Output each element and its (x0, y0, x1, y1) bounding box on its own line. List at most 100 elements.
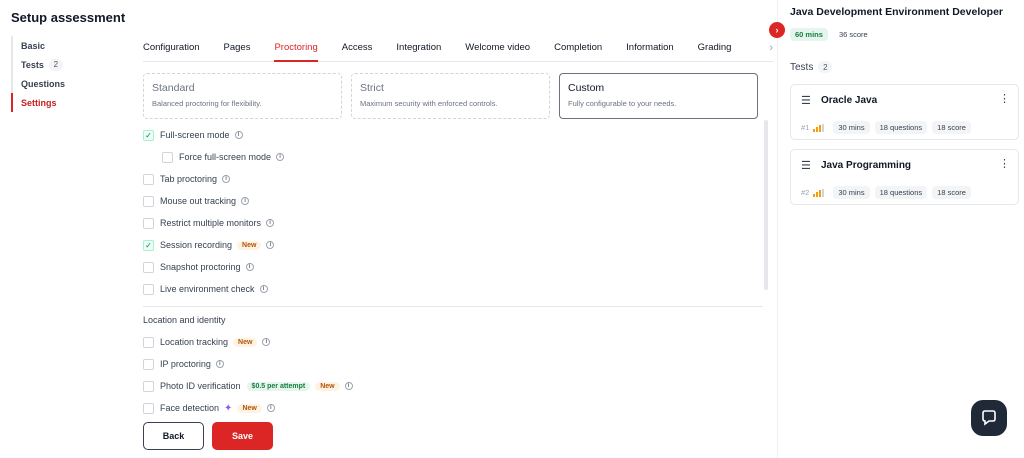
tab-proctoring-checkbox[interactable] (143, 173, 154, 185)
test-name: Oracle Java (821, 95, 878, 106)
tab-grading[interactable]: Grading (698, 38, 732, 62)
option-label: Force full-screen mode (179, 152, 272, 162)
tabs-scroll-right-icon[interactable]: › (769, 42, 773, 54)
back-button[interactable]: Back (143, 422, 204, 450)
mode-title: Standard (152, 82, 195, 94)
test-number: #2 (801, 188, 810, 197)
option-photo-id: Photo ID verification $0.5 per attempt N… (143, 375, 763, 397)
tests-label: Tests (790, 61, 814, 73)
nav-label: Settings (21, 97, 57, 108)
test-score-chip: 18 score (932, 121, 971, 134)
mode-card-standard[interactable]: Standard Balanced proctoring for flexibi… (143, 73, 342, 119)
left-nav: Basic Tests 2 Questions Settings (11, 36, 121, 112)
info-icon[interactable]: i (344, 382, 353, 390)
info-icon[interactable]: i (241, 197, 250, 205)
snapshot-checkbox[interactable] (143, 261, 154, 273)
force-full-screen-checkbox[interactable] (162, 151, 173, 163)
test-meta: #2 30 mins 18 questions 18 score (801, 186, 976, 199)
option-session-recording: ✓ Session recording New i (143, 234, 763, 256)
option-label: Face detection (160, 403, 220, 413)
chevron-right-icon[interactable]: › (769, 22, 785, 38)
face-detection-checkbox[interactable] (143, 402, 154, 414)
mode-card-strict[interactable]: Strict Maximum security with enforced co… (351, 73, 550, 119)
new-badge: New (315, 381, 340, 391)
option-live-environment: Live environment check i (143, 278, 763, 300)
location-tracking-checkbox[interactable] (143, 336, 154, 348)
option-force-full-screen: Force full-screen mode i (143, 146, 763, 168)
test-card-oracle-java[interactable]: ☰ Oracle Java ⋮ #1 30 mins 18 questions … (790, 84, 1019, 140)
help-chat-button[interactable] (971, 400, 1007, 436)
nav-item-tests[interactable]: Tests 2 (11, 55, 121, 74)
tab-proctoring[interactable]: Proctoring (274, 38, 318, 62)
info-icon[interactable]: i (266, 241, 275, 249)
live-environment-checkbox[interactable] (143, 283, 154, 295)
kebab-menu-icon[interactable]: ⋮ (999, 157, 1010, 170)
kebab-menu-icon[interactable]: ⋮ (999, 92, 1010, 105)
info-icon[interactable]: i (266, 219, 275, 227)
chat-bubble-icon (982, 410, 996, 426)
tab-welcome-video[interactable]: Welcome video (465, 38, 530, 62)
tab-integration[interactable]: Integration (396, 38, 441, 62)
tab-completion[interactable]: Completion (554, 38, 602, 62)
option-restrict-monitors: Restrict multiple monitors i (143, 212, 763, 234)
test-score-chip: 18 score (932, 186, 971, 199)
info-icon[interactable]: i (234, 131, 243, 139)
test-name: Java Programming (821, 160, 912, 171)
tests-count-badge: 2 (818, 61, 833, 73)
info-icon[interactable]: i (276, 153, 285, 161)
option-label: Photo ID verification (160, 381, 241, 391)
mode-desc: Fully configurable to your needs. (568, 99, 677, 108)
assessment-meta: 60 mins 36 score (790, 28, 873, 41)
nav-item-questions[interactable]: Questions (11, 74, 121, 93)
tab-configuration[interactable]: Configuration (143, 38, 200, 62)
restrict-monitors-checkbox[interactable] (143, 217, 154, 229)
info-icon[interactable]: i (262, 338, 271, 346)
new-badge: New (233, 337, 258, 347)
mouse-out-checkbox[interactable] (143, 195, 154, 207)
option-tab-proctoring: Tab proctoring i (143, 168, 763, 190)
test-questions-chip: 18 questions (874, 186, 928, 199)
proctoring-mode-selector: Standard Balanced proctoring for flexibi… (143, 73, 767, 119)
content-scrollbar[interactable] (764, 120, 768, 290)
nav-item-basic[interactable]: Basic (11, 36, 121, 55)
option-label: Session recording (160, 240, 233, 250)
new-badge: New (237, 403, 262, 413)
test-questions-chip: 18 questions (874, 121, 928, 134)
info-icon[interactable]: i (245, 263, 254, 271)
save-button[interactable]: Save (212, 422, 273, 450)
test-number: #1 (801, 123, 810, 132)
option-label: Tab proctoring (160, 174, 218, 184)
info-icon[interactable]: i (259, 285, 268, 293)
tab-access[interactable]: Access (342, 38, 373, 62)
info-icon[interactable]: i (215, 360, 224, 368)
nav-item-settings[interactable]: Settings (11, 93, 121, 112)
option-full-screen: ✓ Full-screen mode i (143, 124, 763, 146)
app-root: Setup assessment Basic Tests 2 Questions … (0, 0, 1024, 458)
option-label: Live environment check (160, 284, 255, 294)
ip-proctoring-checkbox[interactable] (143, 358, 154, 370)
session-recording-checkbox[interactable]: ✓ (143, 239, 154, 251)
price-badge: $0.5 per attempt (246, 381, 311, 391)
test-duration-chip: 30 mins (833, 186, 870, 199)
new-badge: New (237, 240, 262, 250)
test-card-java-programming[interactable]: ☰ Java Programming ⋮ #2 30 mins 18 quest… (790, 149, 1019, 205)
info-icon[interactable]: i (266, 404, 275, 412)
info-icon[interactable]: i (222, 175, 231, 183)
option-label: Location tracking (160, 337, 229, 347)
sparkle-icon: ✦ (224, 402, 233, 414)
tab-information[interactable]: Information (626, 38, 674, 62)
mode-card-custom[interactable]: Custom Fully configurable to your needs. (559, 73, 758, 119)
full-screen-checkbox[interactable]: ✓ (143, 129, 154, 141)
list-icon: ☰ (801, 95, 811, 107)
test-duration-chip: 30 mins (833, 121, 870, 134)
score-chip: 36 score (838, 30, 868, 39)
mode-desc: Maximum security with enforced controls. (360, 99, 498, 108)
option-mouse-out: Mouse out tracking i (143, 190, 763, 212)
mode-desc: Balanced proctoring for flexibility. (152, 99, 262, 108)
mode-title: Custom (568, 82, 605, 94)
option-ip-proctoring: IP proctoring i (143, 353, 763, 375)
nav-label: Tests (21, 59, 44, 70)
photo-id-checkbox[interactable] (143, 380, 154, 392)
tests-count-badge: 2 (48, 58, 63, 71)
tab-pages[interactable]: Pages (224, 38, 251, 62)
